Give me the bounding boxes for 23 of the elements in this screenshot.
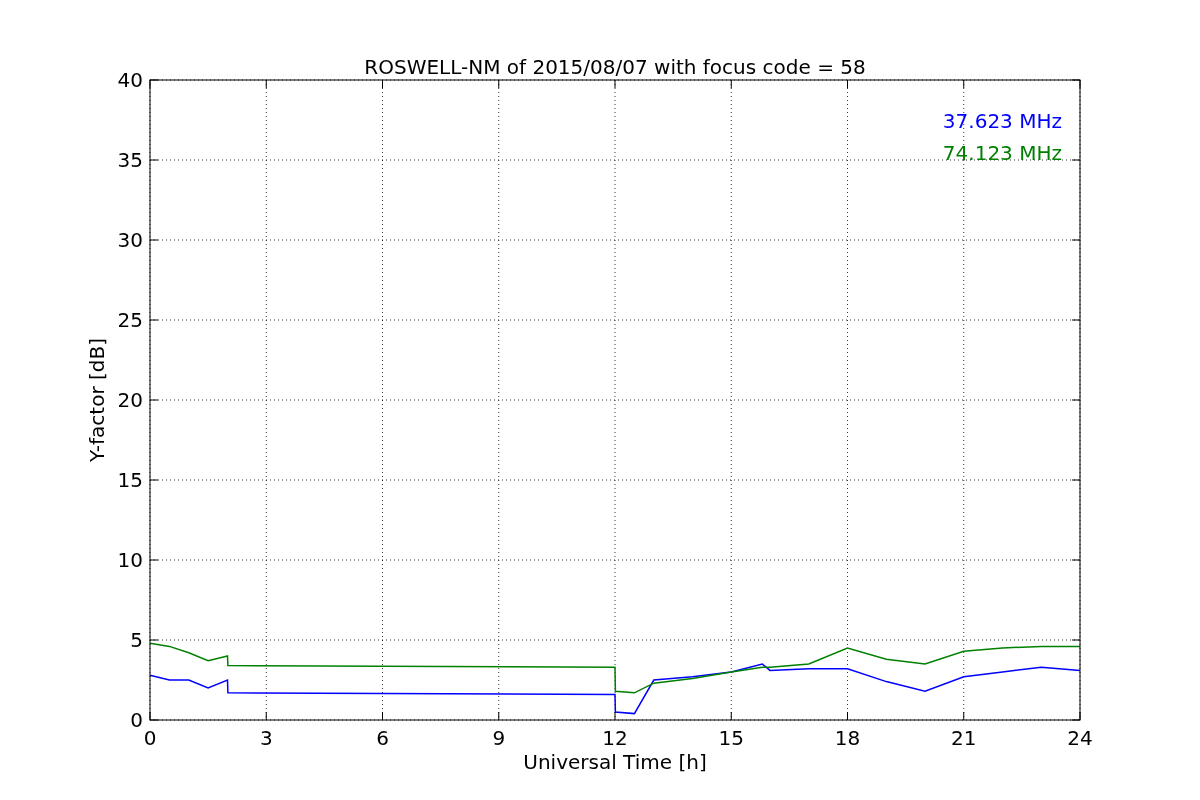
tick-label: 15 — [117, 468, 143, 492]
tick-label: 0 — [130, 708, 143, 732]
tick-label: 30 — [117, 228, 143, 252]
tick-label: 24 — [1067, 726, 1093, 750]
tick-label: 6 — [376, 726, 389, 750]
tick-label: 21 — [951, 726, 977, 750]
tick-label: 20 — [117, 388, 143, 412]
tick-label: 15 — [718, 726, 744, 750]
tick-label: 3 — [259, 726, 273, 750]
tick-label: 5 — [130, 628, 143, 652]
tick-label: 40 — [117, 68, 143, 92]
axis-label: Y-factor [dB] — [85, 338, 109, 462]
legend-label: 74.123 MHz — [942, 141, 1062, 165]
tick-label: 35 — [117, 148, 143, 172]
tick-label: 25 — [117, 308, 143, 332]
axis-label: Universal Time [h] — [523, 750, 707, 774]
legend-label: 37.623 MHz — [942, 109, 1062, 133]
tick-label: 10 — [117, 548, 143, 572]
tick-label: 9 — [492, 726, 506, 750]
tick-label: 12 — [602, 726, 628, 750]
tick-label: 0 — [143, 726, 157, 750]
tick-label: 18 — [834, 726, 861, 750]
chart-title: ROSWELL-NM of 2015/08/07 with focus code = 58 — [364, 55, 866, 79]
